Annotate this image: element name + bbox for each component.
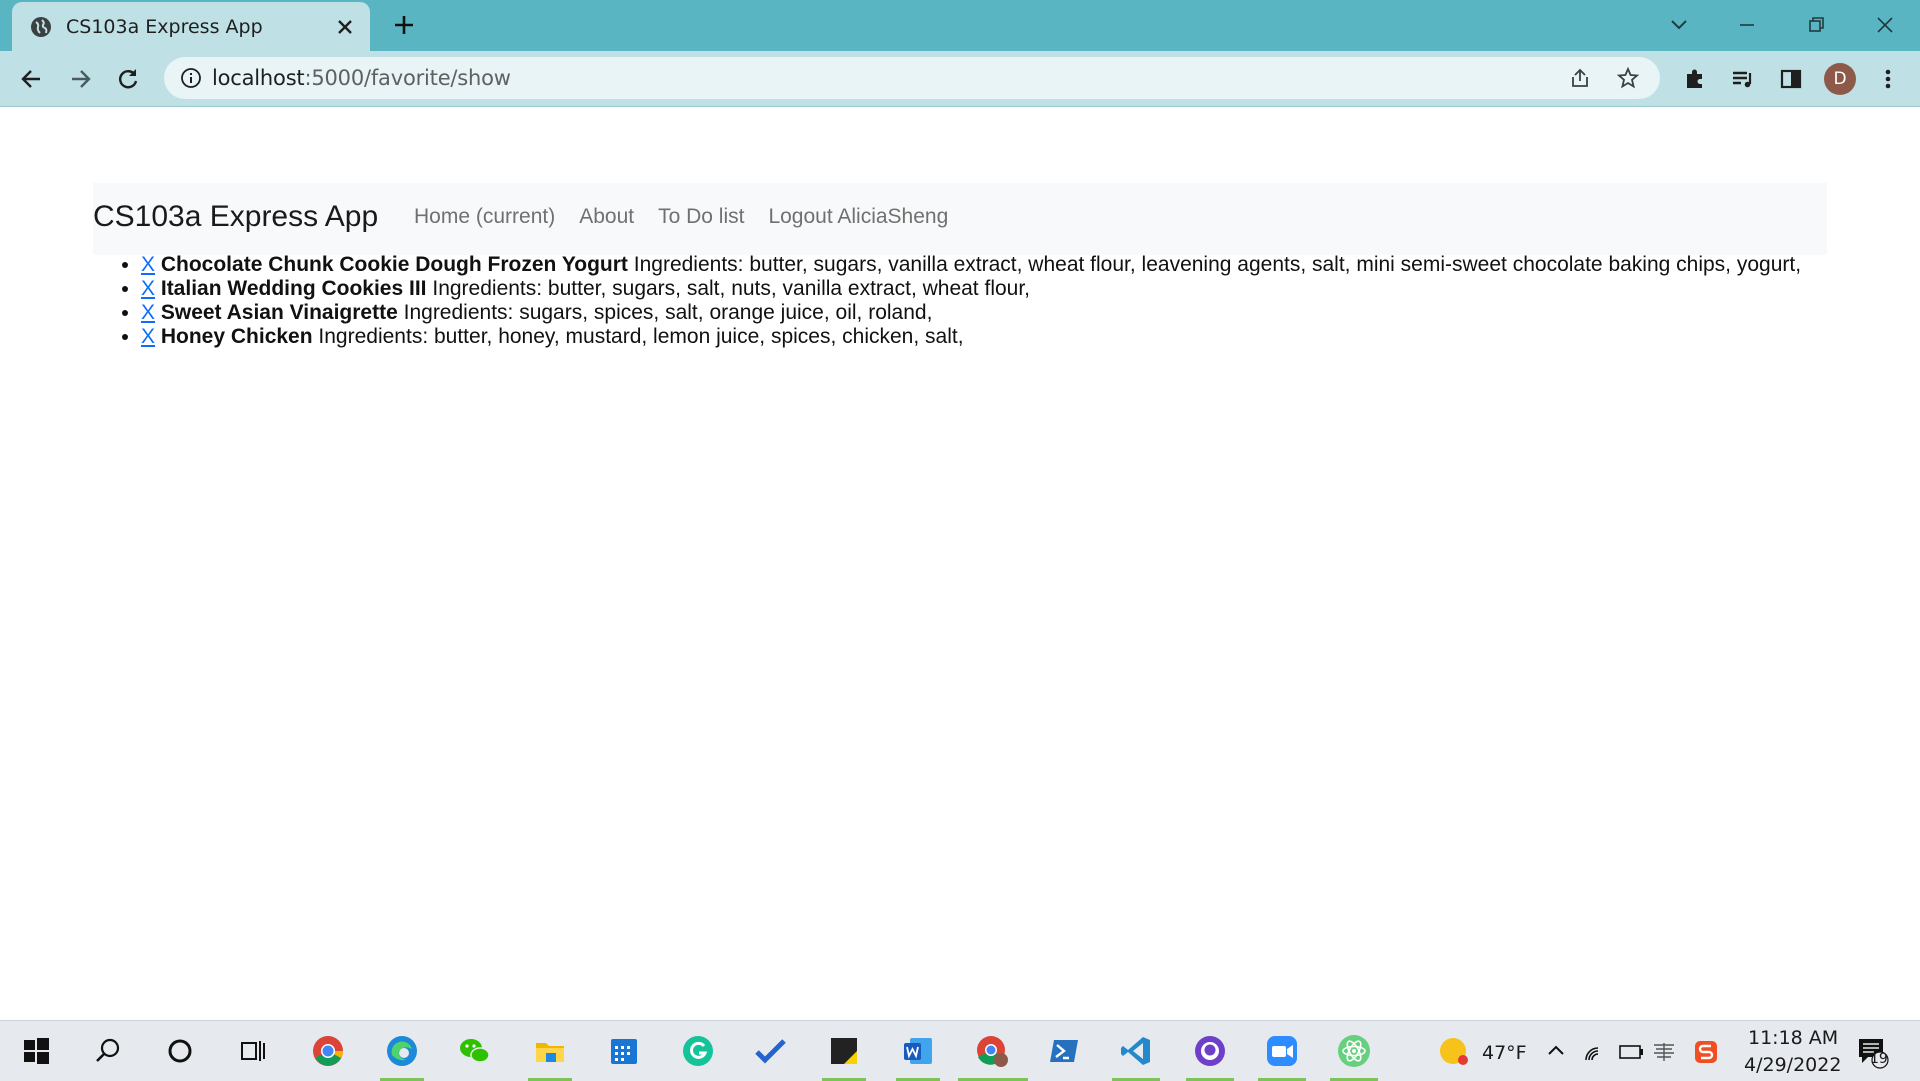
tab-search-chevron-icon[interactable]	[1664, 10, 1694, 40]
side-panel-icon[interactable]	[1777, 65, 1805, 93]
bookmark-star-icon[interactable]	[1616, 66, 1640, 90]
grammarly-icon[interactable]	[680, 1033, 716, 1069]
share-icon[interactable]	[1568, 66, 1592, 90]
restore-icon[interactable]	[1801, 10, 1831, 40]
browser-tab-active[interactable]: CS103a Express App	[12, 2, 370, 51]
battery-icon[interactable]	[1614, 1033, 1646, 1069]
list-item: X Chocolate Chunk Cookie Dough Frozen Yo…	[141, 253, 1801, 277]
sticky-notes-icon[interactable]	[826, 1033, 862, 1069]
windows-taskbar: 47°F 11:18 AM 4/29/2022 19	[0, 1020, 1920, 1081]
navbar-brand[interactable]: CS103a Express App	[93, 200, 378, 234]
nav-link-home[interactable]: Home (current)	[414, 205, 555, 229]
recipe-ingredients: Ingredients: sugars, spices, salt, orang…	[403, 301, 933, 324]
extensions-puzzle-icon[interactable]	[1681, 65, 1709, 93]
todo-check-icon[interactable]	[752, 1033, 788, 1069]
tab-title: CS103a Express App	[66, 16, 263, 38]
vscode-icon[interactable]	[1118, 1033, 1154, 1069]
sogou-input-icon[interactable]	[1690, 1033, 1722, 1069]
github-desktop-icon[interactable]	[1192, 1033, 1228, 1069]
notification-count-badge: 19	[1870, 1051, 1888, 1067]
chrome-icon[interactable]	[310, 1033, 346, 1069]
file-explorer-icon[interactable]	[532, 1033, 568, 1069]
close-tab-icon[interactable]	[334, 16, 356, 38]
cortana-icon[interactable]	[162, 1033, 198, 1069]
recipe-name: Chocolate Chunk Cookie Dough Frozen Yogu…	[160, 253, 628, 276]
address-bar[interactable]: localhost:5000/favorite/show	[164, 57, 1660, 99]
windows-start-icon[interactable]	[18, 1033, 54, 1069]
zoom-icon[interactable]	[1264, 1033, 1300, 1069]
nav-link-todo[interactable]: To Do list	[658, 205, 744, 229]
profile-avatar[interactable]: D	[1824, 63, 1856, 95]
list-item: X Italian Wedding Cookies III Ingredient…	[141, 277, 1801, 301]
weather-sun-icon[interactable]	[1436, 1033, 1472, 1069]
atom-icon[interactable]	[1336, 1033, 1372, 1069]
globe-icon	[31, 17, 51, 37]
nav-link-logout[interactable]: Logout AliciaSheng	[768, 205, 948, 229]
delete-link[interactable]: X	[141, 325, 155, 348]
chevron-up-icon[interactable]	[1540, 1033, 1572, 1069]
list-item: X Sweet Asian Vinaigrette Ingredients: s…	[141, 301, 1801, 325]
recipe-name: Honey Chicken	[160, 325, 313, 348]
nav-link-about[interactable]: About	[579, 205, 634, 229]
recipe-ingredients: Ingredients: butter, honey, mustard, lem…	[318, 325, 964, 348]
delete-link[interactable]: X	[141, 253, 155, 276]
delete-link[interactable]: X	[141, 277, 155, 300]
powershell-icon[interactable]	[1046, 1033, 1082, 1069]
url-host: localhost	[212, 66, 305, 90]
favorites-list: X Chocolate Chunk Cookie Dough Frozen Yo…	[93, 253, 1801, 349]
list-item: X Honey Chicken Ingredients: butter, hon…	[141, 325, 1801, 349]
search-icon[interactable]	[90, 1033, 126, 1069]
back-arrow-icon[interactable]	[18, 65, 46, 93]
more-menu-icon[interactable]	[1874, 65, 1902, 93]
browser-tabstrip: CS103a Express App	[0, 0, 1920, 51]
new-tab-icon[interactable]	[392, 13, 416, 37]
minimize-icon[interactable]	[1732, 10, 1762, 40]
reload-icon[interactable]	[114, 65, 142, 93]
wifi-icon[interactable]	[1580, 1033, 1612, 1069]
recipe-ingredients: Ingredients: butter, sugars, vanilla ext…	[633, 253, 1802, 276]
url-text[interactable]: localhost:5000/favorite/show	[212, 66, 511, 90]
recipe-name: Sweet Asian Vinaigrette	[160, 301, 398, 324]
delete-link[interactable]: X	[141, 301, 155, 324]
clock-date[interactable]: 4/29/2022	[1744, 1054, 1841, 1076]
edge-icon[interactable]	[384, 1033, 420, 1069]
nav-links: Home (current) About To Do list Logout A…	[414, 205, 972, 229]
recipe-name: Italian Wedding Cookies III	[160, 277, 427, 300]
url-path: :5000/favorite/show	[304, 66, 511, 90]
site-navbar: CS103a Express App Home (current) About …	[93, 183, 1827, 255]
wechat-icon[interactable]	[456, 1033, 492, 1069]
weather-temperature[interactable]: 47°F	[1482, 1042, 1527, 1064]
ime-keyboard-icon[interactable]	[1648, 1033, 1680, 1069]
task-view-icon[interactable]	[234, 1033, 270, 1069]
recipe-ingredients: Ingredients: butter, sugars, salt, nuts,…	[432, 277, 1031, 300]
browser-toolbar: localhost:5000/favorite/show D	[0, 51, 1920, 107]
clock-time[interactable]: 11:18 AM	[1748, 1027, 1838, 1049]
forward-arrow-icon[interactable]	[66, 65, 94, 93]
chrome-profile-icon[interactable]	[974, 1033, 1010, 1069]
word-icon[interactable]	[900, 1033, 936, 1069]
calendar-icon[interactable]	[606, 1033, 642, 1069]
site-info-icon[interactable]	[180, 67, 202, 89]
media-queue-icon[interactable]	[1729, 65, 1757, 93]
close-window-icon[interactable]	[1870, 10, 1900, 40]
